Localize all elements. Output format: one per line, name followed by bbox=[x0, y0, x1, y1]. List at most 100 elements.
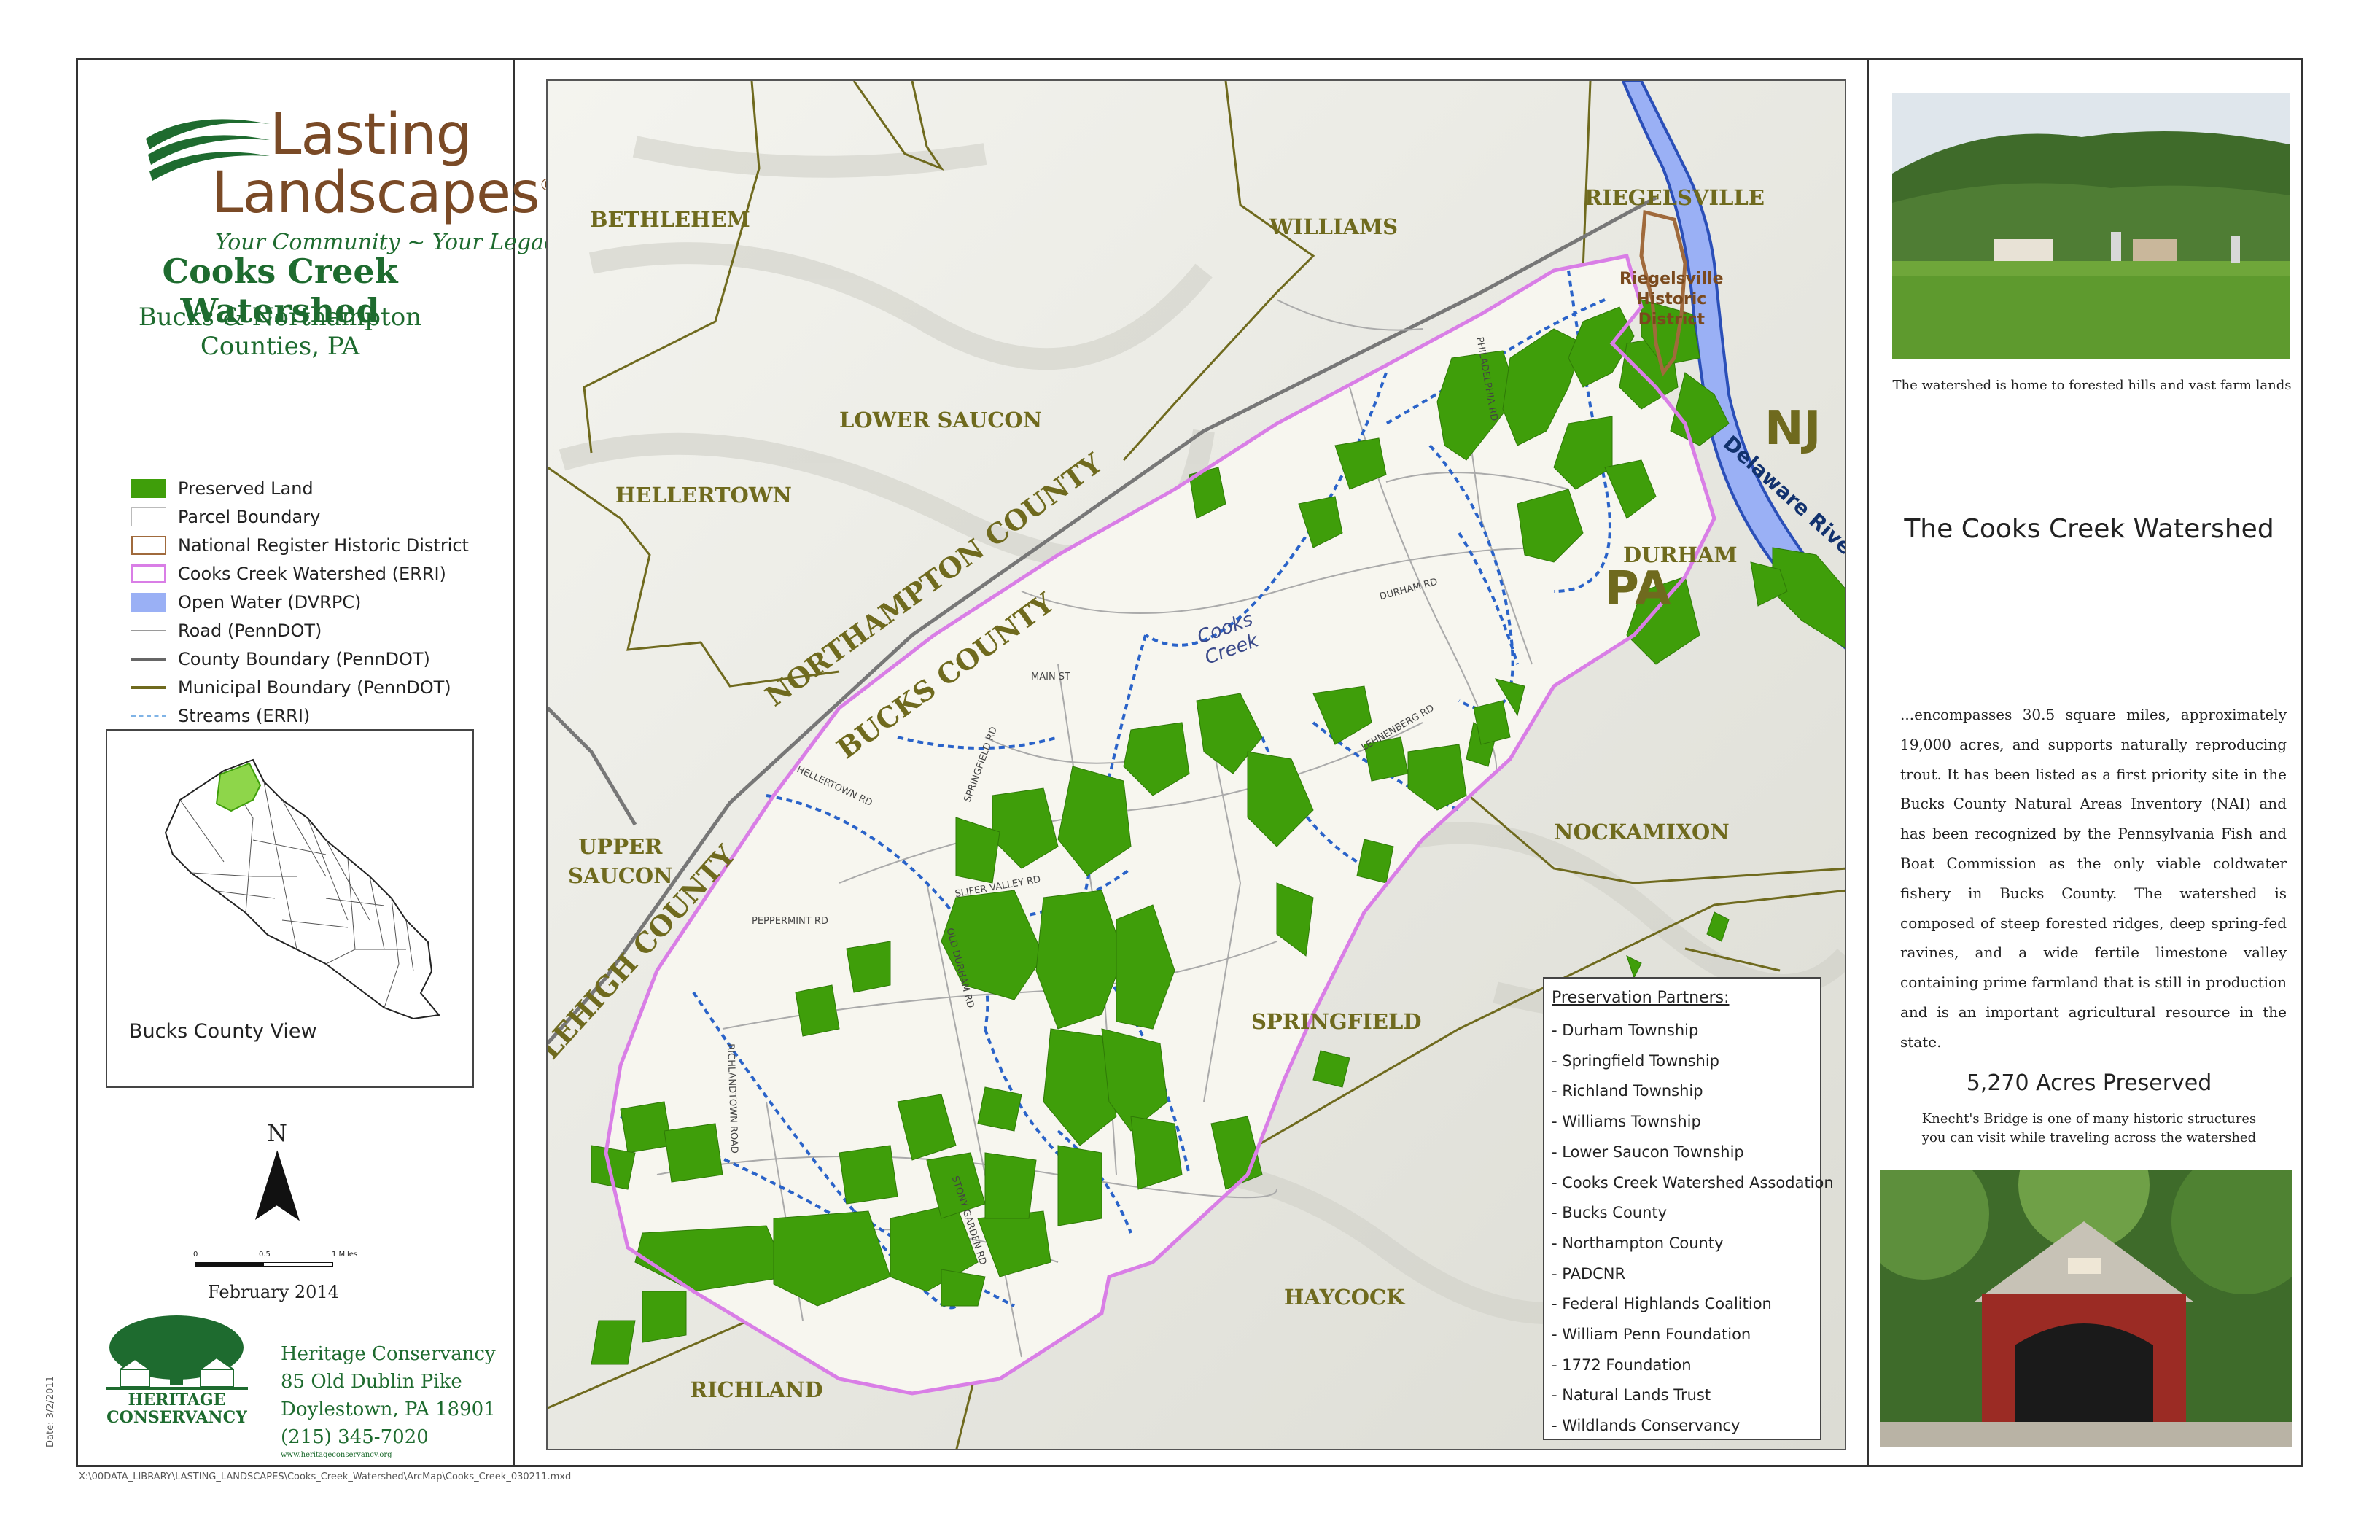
file-path: X:\00DATA_LIBRARY\LASTING_LANDSCAPES\Coo… bbox=[79, 1471, 572, 1482]
scale-tick: 1 Miles bbox=[332, 1251, 358, 1259]
partner-item: - Springfield Township bbox=[1552, 1051, 1720, 1070]
north-label: N bbox=[267, 1119, 287, 1147]
stream-line-icon bbox=[131, 707, 166, 726]
muni-label-upper-saucon: UPPER SAUCON bbox=[568, 832, 673, 890]
legend-label: Road (PennDOT) bbox=[178, 620, 322, 641]
section-heading: The Cooks Creek Watershed bbox=[1904, 514, 2274, 544]
muni-label-upper: UPPER bbox=[578, 834, 663, 859]
partner-item: - Northampton County bbox=[1552, 1234, 1724, 1252]
road-label-main: MAIN ST bbox=[1031, 672, 1070, 682]
partner-item: - Bucks County bbox=[1552, 1204, 1668, 1222]
scale-tick: 0 bbox=[193, 1251, 198, 1259]
legend-label: National Register Historic District bbox=[178, 534, 469, 556]
photo-caption-bridge: Knecht's Bridge is one of many historic … bbox=[1874, 1110, 2304, 1148]
legend-label: Open Water (DVRPC) bbox=[178, 591, 362, 612]
photo-caption-farmland: The watershed is home to forested hills … bbox=[1892, 378, 2292, 393]
partner-item: - Richland Township bbox=[1552, 1082, 1703, 1100]
watershed-description: ...encompasses 30.5 square miles, approx… bbox=[1900, 706, 2287, 1051]
state-label-pa: PA bbox=[1605, 562, 1671, 616]
muni-label-bethlehem: BETHLEHEM bbox=[590, 207, 750, 232]
inset-label: Bucks County View bbox=[129, 1020, 317, 1043]
map-legend: Preserved Land Parcel Boundary National … bbox=[131, 474, 469, 730]
org-name: Heritage Conservancy bbox=[281, 1343, 496, 1365]
page-subtitle: Bucks & Northampton Counties, PA bbox=[138, 303, 422, 361]
legend-item-parcel: Parcel Boundary bbox=[131, 502, 469, 531]
caption-line-2: you can visit while traveling across the… bbox=[1921, 1130, 2257, 1146]
logo-text-landscapes: Landscapes® bbox=[211, 160, 556, 226]
legend-item-water: Open Water (DVRPC) bbox=[131, 588, 469, 616]
watershed-map[interactable]: BETHLEHEM WILLIAMS RIEGELSVILLE LOWER SA… bbox=[546, 79, 1846, 1450]
scale-bar: 0 0.5 1 Miles bbox=[193, 1243, 357, 1287]
muni-label-lower-saucon: LOWER SAUCON bbox=[839, 408, 1043, 432]
legend-label: County Boundary (PennDOT) bbox=[178, 648, 430, 669]
scale-tick: 0.5 bbox=[259, 1251, 271, 1259]
covered-bridge-image bbox=[1880, 1170, 2292, 1447]
county-line-icon bbox=[131, 650, 166, 669]
legend-item-county: County Boundary (PennDOT) bbox=[131, 645, 469, 673]
partner-item: - Cooks Creek Watershed Assodation bbox=[1552, 1173, 1834, 1191]
legend-label: Preserved Land bbox=[178, 478, 314, 499]
legend-item-watershed: Cooks Creek Watershed (ERRI) bbox=[131, 559, 469, 588]
farmland-image bbox=[1892, 93, 2290, 359]
parcel-swatch-icon bbox=[131, 507, 166, 526]
logo-text-landscapes-word: Landscapes bbox=[211, 160, 540, 226]
preserved-swatch-icon bbox=[131, 478, 166, 498]
north-arrow-icon bbox=[255, 1150, 300, 1221]
legend-item-preserved: Preserved Land bbox=[131, 474, 469, 502]
logo-text-lasting: Lasting bbox=[270, 102, 472, 168]
watershed-swatch-icon bbox=[131, 564, 166, 583]
municipal-line-icon bbox=[131, 678, 166, 697]
muni-label-hellertown: HELLERTOWN bbox=[615, 483, 792, 508]
historic-line-2: Historic bbox=[1636, 290, 1707, 308]
partner-item: - Federal Highlands Coalition bbox=[1552, 1295, 1772, 1313]
legend-label: Cooks Creek Watershed (ERRI) bbox=[178, 563, 446, 584]
partners-title: Preservation Partners: bbox=[1552, 989, 1730, 1007]
acres-preserved: 5,270 Acres Preserved bbox=[1966, 1070, 2212, 1096]
muni-label-williams: WILLIAMS bbox=[1269, 214, 1399, 239]
map-date: February 2014 bbox=[208, 1282, 339, 1302]
legend-item-municipal: Municipal Boundary (PennDOT) bbox=[131, 673, 469, 701]
road-label-peppermint: PEPPERMINT RD bbox=[752, 916, 828, 927]
legend-item-historic: National Register Historic District bbox=[131, 531, 469, 559]
scale-bar-graphic bbox=[195, 1262, 333, 1267]
heritage-logo-text: HERITAGE CONSERVANCY bbox=[106, 1391, 248, 1426]
organization-address: Heritage Conservancy 85 Old Dublin Pike … bbox=[281, 1340, 496, 1460]
partner-item: - 1772 Foundation bbox=[1552, 1356, 1692, 1374]
muni-label-saucon: SAUCON bbox=[568, 863, 673, 888]
muni-label-richland: RICHLAND bbox=[690, 1377, 823, 1402]
org-address-1: 85 Old Dublin Pike bbox=[281, 1371, 462, 1393]
partner-item: - Durham Township bbox=[1552, 1022, 1699, 1039]
preservation-partners-box: Preservation Partners: - Durham Township… bbox=[1543, 977, 1834, 1440]
historic-line-1: Riegelsville bbox=[1619, 270, 1724, 288]
muni-label-haycock: HAYCOCK bbox=[1284, 1285, 1405, 1310]
org-address-2: Doylestown, PA 18901 bbox=[281, 1399, 496, 1420]
org-website: www.heritageconservancy.org bbox=[281, 1451, 392, 1459]
legend-label: Parcel Boundary bbox=[178, 506, 321, 527]
water-swatch-icon bbox=[131, 592, 166, 612]
covered-bridge-photo bbox=[1880, 1170, 2292, 1447]
caption-line-1: Knecht's Bridge is one of many historic … bbox=[1921, 1111, 2257, 1127]
partner-item: - Natural Lands Trust bbox=[1552, 1386, 1711, 1404]
legend-item-streams: Streams (ERRI) bbox=[131, 701, 469, 730]
historic-district-label: Riegelsville Historic District bbox=[1619, 269, 1724, 330]
farmland-photo bbox=[1892, 93, 2290, 359]
muni-label-springfield: SPRINGFIELD bbox=[1251, 1009, 1422, 1034]
heritage-logo-word: HERITAGE bbox=[128, 1391, 226, 1409]
north-arrow: N bbox=[248, 1119, 306, 1229]
partner-item: - William Penn Foundation bbox=[1552, 1326, 1751, 1344]
tree-icon bbox=[106, 1315, 248, 1390]
side-date: Date: 3/2/2011 bbox=[45, 1376, 56, 1447]
org-phone: (215) 345-7020 bbox=[281, 1426, 429, 1448]
muni-label-riegelsville: RIEGELSVILLE bbox=[1584, 185, 1765, 210]
partner-item: - PADCNR bbox=[1552, 1264, 1626, 1283]
legend-label: Municipal Boundary (PennDOT) bbox=[178, 677, 451, 698]
legend-item-road: Road (PennDOT) bbox=[131, 616, 469, 645]
conservancy-logo-word: CONSERVANCY bbox=[106, 1408, 247, 1427]
partner-item: - Wildlands Conservancy bbox=[1552, 1417, 1741, 1435]
state-label-nj: NJ bbox=[1765, 402, 1821, 456]
legend-label: Streams (ERRI) bbox=[178, 705, 311, 726]
historic-line-3: District bbox=[1638, 311, 1705, 329]
partner-item: - Lower Saucon Township bbox=[1552, 1143, 1744, 1161]
muni-label-nockamixon: NOCKAMIXON bbox=[1554, 820, 1730, 844]
road-line-icon bbox=[131, 621, 166, 640]
